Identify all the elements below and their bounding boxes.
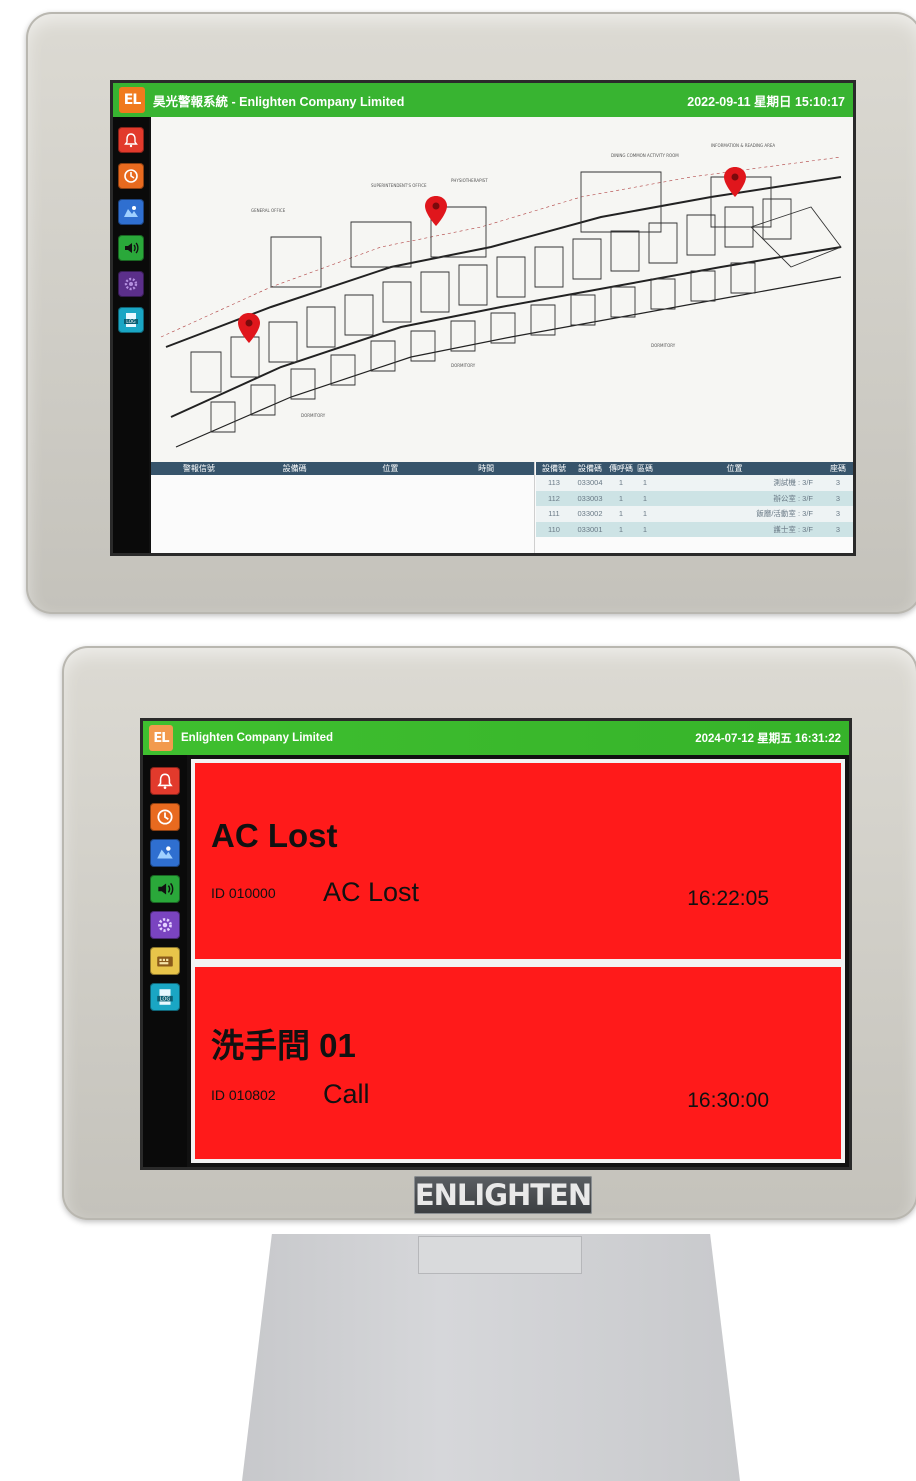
bottom-monitor-bezel: EL Enlighten Company Limited 2024-07-12 …	[62, 646, 916, 1220]
settings-icon[interactable]	[150, 911, 180, 939]
keypad-icon[interactable]	[150, 947, 180, 975]
alarm-bell-icon[interactable]	[118, 127, 144, 153]
col-time: 時間	[478, 464, 495, 473]
map-pin-icon	[238, 167, 746, 343]
svg-text:DORMITORY: DORMITORY	[301, 413, 326, 418]
alarm-id: ID 010000	[211, 885, 276, 901]
app-title: 昊光警報系統 - Enlighten Company Limited	[153, 94, 405, 109]
alarm-card[interactable]: AC Lost ID 010000 AC Lost 16:22:05	[195, 763, 841, 959]
speaker-icon[interactable]	[118, 235, 144, 261]
top-monitor-bezel: EL 昊光警報系統 - Enlighten Company Limited 20…	[26, 12, 916, 614]
svg-text:GENERAL OFFICE: GENERAL OFFICE	[251, 208, 286, 213]
bottom-monitor-screen: EL Enlighten Company Limited 2024-07-12 …	[140, 718, 852, 1170]
map-icon[interactable]	[118, 199, 144, 225]
col-zone-code: 區碼	[637, 464, 653, 473]
alarm-table-header: 警報信號 設備碼 位置 時間	[151, 462, 534, 475]
sidebar: LOG	[113, 117, 149, 553]
alarm-bell-icon[interactable]	[150, 767, 180, 795]
device-table-header: 設備號 設備碼 傳呼碼 區碼 位置 座碼	[536, 462, 853, 475]
col-location: 位置	[382, 464, 399, 473]
svg-text:INFORMATION & READING AREA: INFORMATION & READING AREA	[711, 143, 775, 148]
speaker-icon[interactable]	[150, 875, 180, 903]
alarm-type: AC Lost	[323, 877, 420, 907]
monitor-stand-slot	[418, 1236, 582, 1274]
map-icon[interactable]	[150, 839, 180, 867]
log-icon[interactable]: LOG	[150, 983, 180, 1011]
col-location: 位置	[726, 464, 743, 473]
alarm-time: 16:22:05	[687, 887, 769, 910]
datetime: 2024-07-12 星期五 16:31:22	[695, 733, 841, 745]
svg-text:DORMITORY: DORMITORY	[451, 363, 476, 368]
svg-text:PHYSIOTHERAPIST: PHYSIOTHERAPIST	[451, 178, 488, 183]
svg-text:DORMITORY: DORMITORY	[651, 343, 676, 348]
app-title: Enlighten Company Limited	[181, 732, 334, 744]
col-device-code: 設備碼	[282, 464, 307, 473]
history-icon[interactable]	[150, 803, 180, 831]
alarm-card[interactable]: 洗手間 01 ID 010802 Call 16:30:00	[195, 967, 841, 1159]
col-device-no: 設備號	[542, 464, 566, 473]
col-alarm-signal: 警報信號	[182, 464, 215, 473]
alarm-title: 洗手間 01	[211, 1027, 356, 1064]
device-table-body: 113 033004 1 1 測試機 : 3/F 3 112 033003 1 1 辦公室 : 3…	[536, 475, 853, 537]
col-pager-code: 傳呼碼	[609, 464, 633, 473]
device-table: 設備號 設備碼 傳呼碼 區碼 位置 座碼 113 033004 1 1 測試機 : 3/…	[536, 462, 853, 553]
alarm-id: ID 010802	[211, 1087, 276, 1103]
svg-text:LOG: LOG	[160, 996, 171, 1002]
app-logo: EL	[119, 87, 145, 113]
log-icon[interactable]: LOG	[118, 307, 144, 333]
floor-plan-map[interactable]: GENERAL OFFICE SUPERINTENDENT'S OFFICE PH…	[151, 117, 853, 462]
title-bar: EL Enlighten Company Limited 2024-07-12 …	[143, 721, 849, 755]
alarm-title: AC Lost	[211, 817, 338, 854]
table-row[interactable]: 112 033003 1 1 辦公室 : 3/F 3	[536, 490, 853, 506]
table-row[interactable]: 113 033004 1 1 測試機 : 3/F 3	[536, 475, 853, 491]
top-monitor-screen: EL 昊光警報系統 - Enlighten Company Limited 20…	[110, 80, 856, 556]
app-logo: EL	[149, 725, 173, 751]
svg-text:LOG: LOG	[126, 319, 136, 325]
col-block-code: 座碼	[830, 464, 846, 473]
sidebar: LOG	[143, 755, 187, 1167]
alarm-type: Call	[323, 1079, 370, 1109]
title-bar: EL 昊光警報系統 - Enlighten Company Limited 20…	[113, 83, 853, 117]
alarm-table: 警報信號 設備碼 位置 時間	[151, 462, 535, 553]
table-row[interactable]: 111 033002 1 1 飯廳/活動室 : 3/F 3	[536, 506, 853, 522]
svg-text:DINING COMMON ACTIVITY ROOM: DINING COMMON ACTIVITY ROOM	[611, 153, 679, 158]
alarm-list: AC Lost ID 010000 AC Lost 16:22:05 洗手間 0…	[191, 759, 845, 1163]
col-device-code: 設備碼	[578, 464, 602, 473]
svg-text:SUPERINTENDENT'S OFFICE: SUPERINTENDENT'S OFFICE	[371, 183, 427, 188]
lower-panel: 警報信號 設備碼 位置 時間 設備號 設備碼 傳呼碼 區碼 位置 座碼 113 …	[151, 462, 853, 553]
brand-badge: ENLIGHTEN	[414, 1176, 592, 1214]
history-icon[interactable]	[118, 163, 144, 189]
alarm-time: 16:30:00	[687, 1089, 769, 1112]
table-row[interactable]: 110 033001 1 1 護士室 : 3/F 3	[536, 521, 853, 537]
settings-icon[interactable]	[118, 271, 144, 297]
datetime: 2022-09-11 星期日 15:10:17	[687, 94, 845, 109]
